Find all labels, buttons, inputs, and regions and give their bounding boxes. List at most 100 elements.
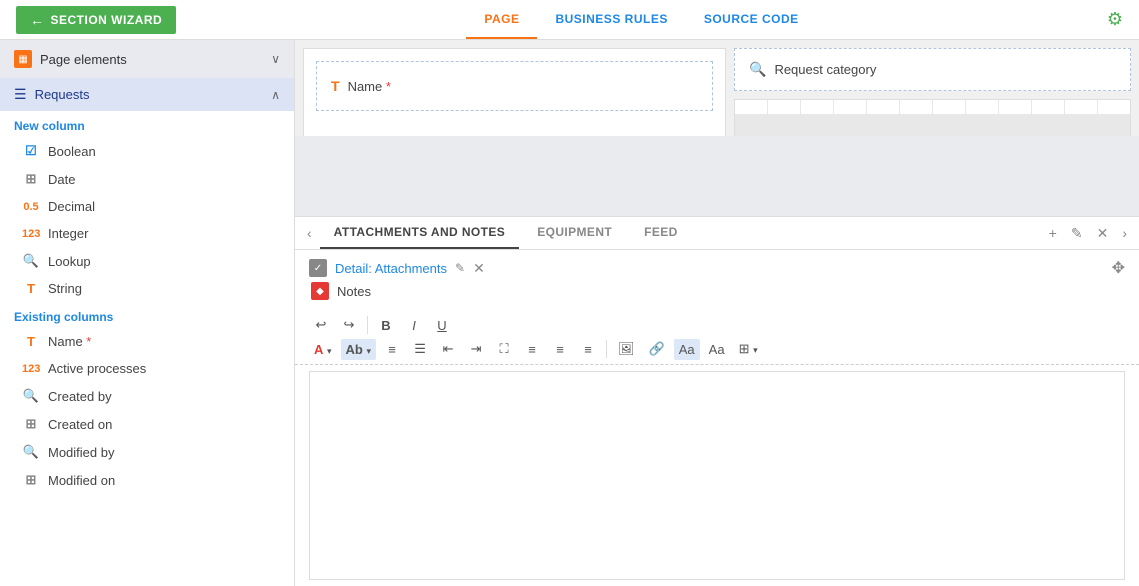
- grid-cell: [1065, 100, 1097, 114]
- sidebar-item-integer[interactable]: 123 Integer: [0, 220, 294, 247]
- edit-tab-button[interactable]: ✎: [1067, 221, 1087, 246]
- name-label: Name *: [48, 334, 91, 349]
- modified-by-icon: 🔍: [22, 444, 40, 460]
- underline-button[interactable]: U: [430, 315, 454, 336]
- align-left-button[interactable]: ≡: [520, 339, 544, 360]
- close-tab-button[interactable]: ✕: [1093, 221, 1113, 246]
- requests-label: Requests: [35, 87, 90, 102]
- detail-checkbox[interactable]: ✓: [309, 259, 327, 277]
- requests-header[interactable]: ☰ Requests ∧: [0, 78, 294, 111]
- align-center-button[interactable]: ≡: [548, 339, 572, 360]
- detail-block: ✓ Detail: Attachments ✎ ✕ ✥ ◆ Notes: [295, 250, 1139, 308]
- name-field-block[interactable]: T Name *: [316, 61, 713, 111]
- align-right-button[interactable]: ≡: [576, 339, 600, 360]
- detail-move-icon[interactable]: ✥: [1112, 258, 1125, 278]
- grid-cell: [801, 100, 833, 114]
- sidebar-item-modified-on[interactable]: ⊞ Modified on: [0, 466, 294, 494]
- tab-page[interactable]: PAGE: [466, 1, 537, 39]
- tab-business-rules[interactable]: BUSINESS RULES: [537, 1, 685, 39]
- name-field-card: T Name *: [303, 48, 726, 136]
- main-layout: ▦ Page elements ∨ ☰ Requests ∧ New colum…: [0, 40, 1139, 586]
- created-by-label: Created by: [48, 389, 112, 404]
- detail-edit-icon[interactable]: ✎: [455, 261, 465, 275]
- date-label: Date: [48, 172, 75, 187]
- new-column-label: New column: [0, 111, 294, 137]
- integer-label: Integer: [48, 226, 88, 241]
- wizard-btn-label: SECTION WIZARD: [51, 13, 163, 27]
- grid-cell: [834, 100, 866, 114]
- grid-cell: [735, 100, 767, 114]
- highlight-button[interactable]: Ab ▾: [341, 339, 377, 360]
- detail-title: Detail: Attachments: [335, 261, 447, 276]
- font-color-icon: A: [314, 342, 323, 357]
- grid-cell: [1098, 100, 1130, 114]
- rte-divider-1: [367, 316, 368, 334]
- italic-button[interactable]: I: [402, 315, 426, 336]
- increase-indent-button[interactable]: ⇥: [464, 338, 488, 360]
- string-label: String: [48, 281, 82, 296]
- grid-cell: [768, 100, 800, 114]
- bold-button[interactable]: B: [374, 315, 398, 336]
- grid-cell: [900, 100, 932, 114]
- sidebar: ▦ Page elements ∨ ☰ Requests ∧ New colum…: [0, 40, 295, 586]
- grid-cell: [966, 100, 998, 114]
- notes-label: Notes: [337, 284, 371, 299]
- sidebar-item-created-on[interactable]: ⊞ Created on: [0, 410, 294, 438]
- tab-attachments-notes[interactable]: ATTACHMENTS AND NOTES: [320, 217, 520, 249]
- sidebar-item-lookup[interactable]: 🔍 Lookup: [0, 247, 294, 275]
- page-elements-icon: ▦: [14, 50, 32, 68]
- sidebar-item-date[interactable]: ⊞ Date: [0, 165, 294, 193]
- notes-row: ◆ Notes: [309, 282, 1125, 300]
- tab-feed[interactable]: FEED: [630, 217, 692, 249]
- paragraph-style-button[interactable]: Aa: [674, 339, 700, 360]
- grid-cell: [867, 100, 899, 114]
- active-processes-icon: 123: [22, 363, 40, 375]
- created-on-icon: ⊞: [22, 416, 40, 432]
- page-canvas: T Name * 🔍 Request category: [295, 40, 1139, 136]
- sidebar-item-boolean[interactable]: ☑ Boolean: [0, 137, 294, 165]
- font-size-button[interactable]: Aa: [704, 339, 730, 360]
- sidebar-item-string[interactable]: T String: [0, 275, 294, 302]
- tab-nav-left[interactable]: ‹: [303, 219, 316, 247]
- insert-image-button[interactable]: 🖼: [613, 338, 640, 360]
- sidebar-item-active-processes[interactable]: 123 Active processes: [0, 355, 294, 382]
- redo-button[interactable]: ↪: [337, 314, 361, 336]
- notes-icon: ◆: [311, 282, 329, 300]
- settings-icon[interactable]: ⚙: [1107, 9, 1123, 30]
- page-elements-label: Page elements: [40, 52, 127, 67]
- sidebar-item-created-by[interactable]: 🔍 Created by: [0, 382, 294, 410]
- tab-bar: ‹ ATTACHMENTS AND NOTES EQUIPMENT FEED +…: [295, 217, 1139, 250]
- page-elements-header[interactable]: ▦ Page elements ∨: [0, 40, 294, 78]
- grid-placeholder: [734, 99, 1131, 136]
- expand-button[interactable]: ⛶: [492, 338, 516, 360]
- page-elements-chevron: ∨: [271, 52, 280, 66]
- integer-icon: 123: [22, 228, 40, 240]
- sidebar-item-name[interactable]: T Name *: [0, 328, 294, 355]
- undo-button[interactable]: ↩: [309, 314, 333, 336]
- decimal-label: Decimal: [48, 199, 95, 214]
- rte-editor[interactable]: [309, 371, 1125, 580]
- decrease-indent-button[interactable]: ⇤: [436, 338, 460, 360]
- request-category-field[interactable]: 🔍 Request category: [734, 48, 1131, 91]
- modified-on-label: Modified on: [48, 473, 115, 488]
- add-tab-button[interactable]: +: [1045, 221, 1061, 245]
- existing-columns-label: Existing columns: [0, 302, 294, 328]
- name-field-icon: T: [331, 78, 340, 94]
- content-area: T Name * 🔍 Request category: [295, 40, 1139, 586]
- requests-chevron: ∧: [271, 88, 280, 102]
- canvas-filler: [295, 136, 1139, 216]
- insert-table-button[interactable]: ⊞ ▾: [734, 338, 763, 360]
- wizard-button[interactable]: ← SECTION WIZARD: [16, 6, 176, 34]
- font-color-button[interactable]: A ▾: [309, 339, 337, 360]
- tab-source-code[interactable]: SOURCE CODE: [686, 1, 817, 39]
- detail-close-icon[interactable]: ✕: [473, 260, 485, 277]
- tab-nav-right[interactable]: ›: [1118, 219, 1131, 247]
- sidebar-item-decimal[interactable]: 0.5 Decimal: [0, 193, 294, 220]
- tab-equipment[interactable]: EQUIPMENT: [523, 217, 626, 249]
- unordered-list-button[interactable]: ☰: [408, 338, 432, 360]
- modified-by-label: Modified by: [48, 445, 114, 460]
- name-icon: T: [22, 334, 40, 349]
- sidebar-item-modified-by[interactable]: 🔍 Modified by: [0, 438, 294, 466]
- insert-link-button[interactable]: 🔗: [644, 338, 670, 360]
- ordered-list-button[interactable]: ≡: [380, 339, 404, 360]
